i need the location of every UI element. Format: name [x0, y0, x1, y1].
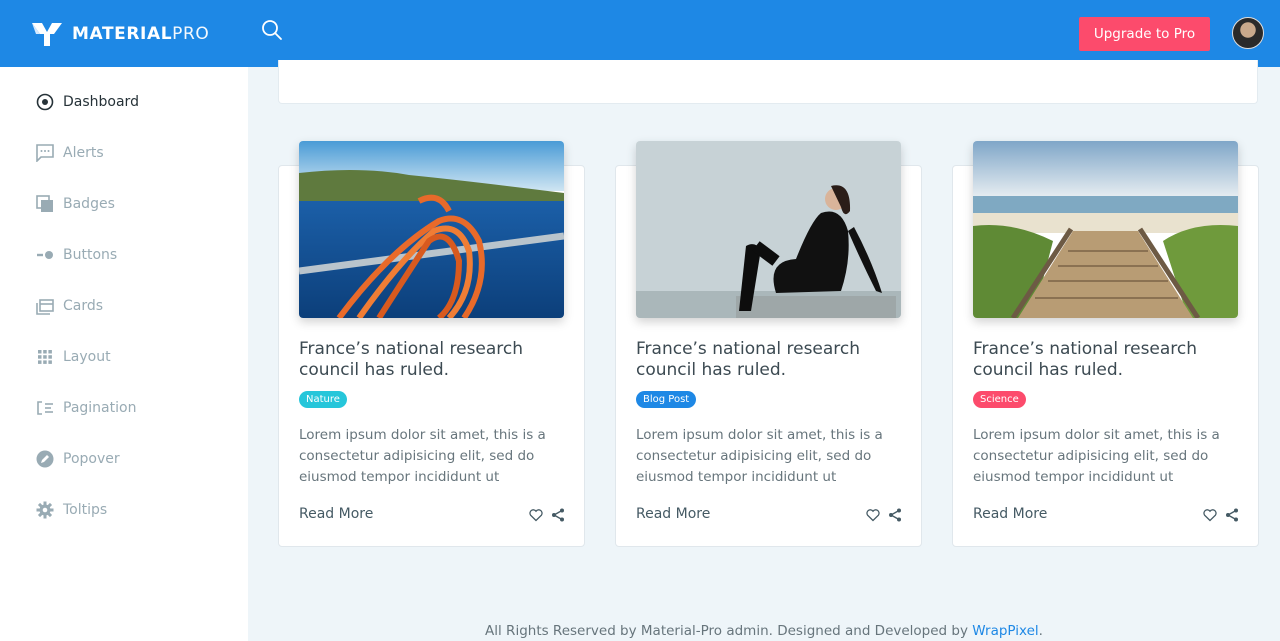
card-icon [35, 296, 55, 316]
sidebar: Dashboard Alerts Badges Buttons Cards La… [0, 67, 248, 641]
upgrade-to-pro-button[interactable]: Upgrade to Pro [1079, 17, 1210, 51]
top-navbar: MATERIALPRO Upgrade to Pro [0, 0, 1280, 67]
brand[interactable]: MATERIALPRO [30, 20, 250, 48]
card-text: Lorem ipsum dolor sit amet, this is a co… [636, 427, 883, 485]
read-more-link[interactable]: Read More [299, 506, 373, 522]
card-image-beach-stairs [973, 141, 1238, 318]
sidebar-item-badges[interactable]: Badges [0, 184, 248, 224]
footer-text: All Rights Reserved by Material-Pro admi… [485, 623, 973, 639]
sidebar-item-label: Dashboard [63, 94, 139, 110]
brand-name: MATERIALPRO [72, 23, 210, 44]
heart-icon[interactable] [528, 507, 544, 523]
sidebar-item-toltips[interactable]: Toltips [0, 490, 248, 530]
avatar[interactable] [1232, 17, 1264, 49]
grid-icon [35, 347, 55, 367]
share-icon[interactable] [887, 507, 903, 523]
chat-alert-icon [35, 143, 55, 163]
read-more-link[interactable]: Read More [636, 506, 710, 522]
dashboard-icon [35, 92, 55, 112]
sidebar-item-dashboard[interactable]: Dashboard [0, 82, 248, 122]
card-title: France’s national research council has r… [636, 339, 861, 380]
card-badge: Blog Post [636, 391, 697, 408]
card-title: France’s national research council has r… [299, 339, 524, 380]
card-title: France’s national research council has r… [973, 339, 1198, 380]
card-text: Lorem ipsum dolor sit amet, this is a co… [973, 427, 1220, 485]
heart-icon[interactable] [1202, 507, 1218, 523]
card-text: Lorem ipsum dolor sit amet, this is a co… [299, 427, 546, 485]
sidebar-item-label: Pagination [63, 400, 137, 416]
share-icon[interactable] [1224, 507, 1240, 523]
sidebar-item-label: Cards [63, 298, 104, 314]
top-card [278, 60, 1258, 104]
share-icon[interactable] [550, 507, 566, 523]
sidebar-item-label: Alerts [63, 145, 104, 161]
brand-logo-icon [32, 22, 62, 46]
footer-end: . [1038, 623, 1043, 639]
sidebar-item-label: Badges [63, 196, 115, 212]
card-image-rope-sea [299, 141, 564, 318]
sidebar-item-alerts[interactable]: Alerts [0, 133, 248, 173]
card-image-woman-sitting [636, 141, 901, 318]
read-more-link[interactable]: Read More [973, 506, 1047, 522]
card-badge: Nature [299, 391, 347, 408]
footer: All Rights Reserved by Material-Pro admi… [248, 623, 1280, 639]
sidebar-item-label: Layout [63, 349, 111, 365]
sidebar-item-pagination[interactable]: Pagination [0, 388, 248, 428]
search-icon[interactable] [261, 19, 285, 43]
sidebar-item-buttons[interactable]: Buttons [0, 235, 248, 275]
sidebar-item-label: Toltips [63, 502, 108, 518]
sidebar-item-label: Popover [63, 451, 120, 467]
gear-icon [35, 500, 55, 520]
sidebar-item-popover[interactable]: Popover [0, 439, 248, 479]
sidebar-item-layout[interactable]: Layout [0, 337, 248, 377]
card-badge: Science [973, 391, 1026, 408]
sidebar-item-label: Buttons [63, 247, 118, 263]
toggle-icon [35, 245, 55, 265]
pen-circle-icon [35, 449, 55, 469]
sidebar-item-cards[interactable]: Cards [0, 286, 248, 326]
wrappixel-link[interactable]: WrapPixel [972, 623, 1038, 639]
list-icon [35, 398, 55, 418]
badge-icon [35, 194, 55, 214]
heart-icon[interactable] [865, 507, 881, 523]
